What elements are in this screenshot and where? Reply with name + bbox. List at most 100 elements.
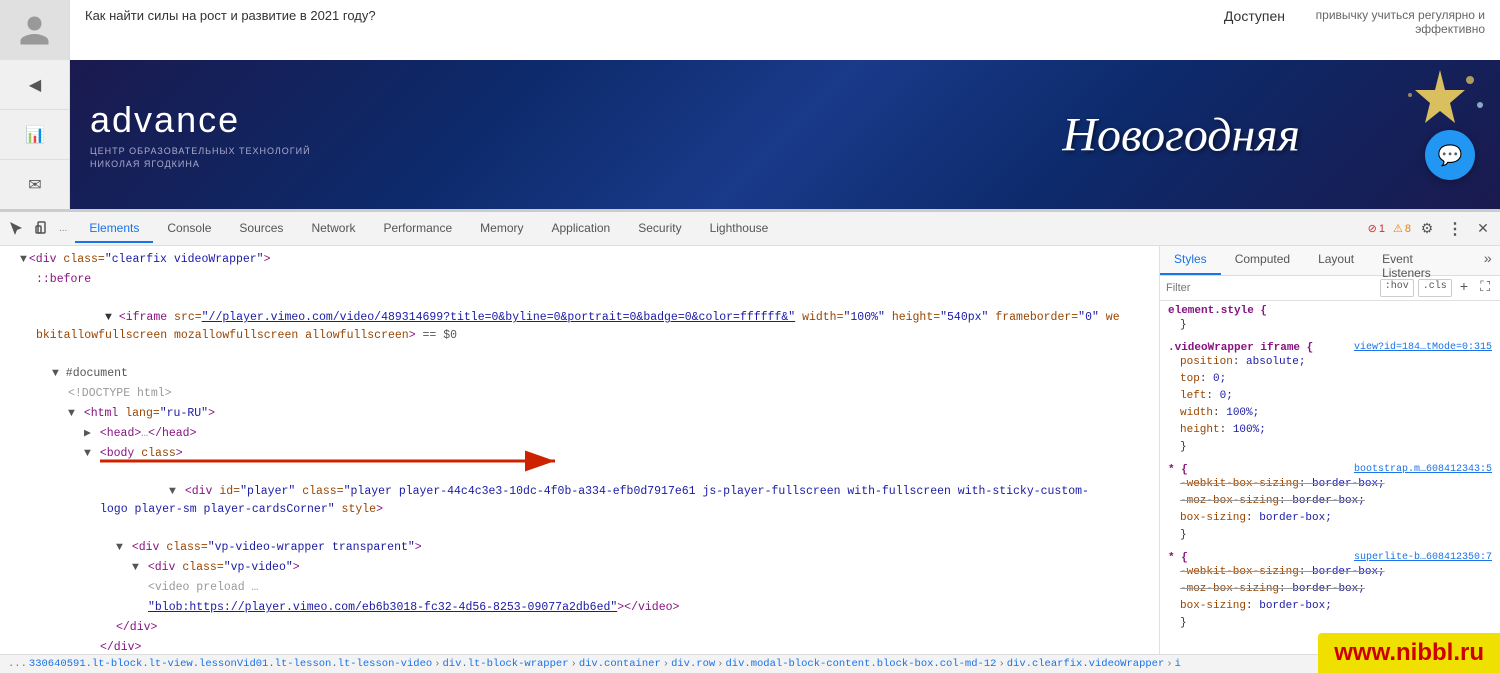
- tab-lighthouse[interactable]: Lighthouse: [696, 215, 783, 243]
- tab-security[interactable]: Security: [624, 215, 695, 243]
- banner-subtitle: ЦЕНТР ОБРАЗОВАТЕЛЬНЫХ ТЕХНОЛОГИЙНИКОЛАЯ …: [90, 145, 311, 170]
- watermark: www.nibbl.ru: [1318, 633, 1500, 673]
- inspect-icon[interactable]: [5, 217, 29, 241]
- css-prop-webkit-superlite: -webkit-box-sizing: border-box;: [1168, 564, 1492, 581]
- dom-line[interactable]: ▼<div class="clearfix videoWrapper">: [0, 250, 1159, 270]
- post-title: Как найти силы на рост и развитие в 2021…: [70, 0, 1209, 60]
- banner-area: advance ЦЕНТР ОБРАЗОВАТЕЛЬНЫХ ТЕХНОЛОГИЙ…: [70, 60, 1500, 210]
- tab-console[interactable]: Console: [153, 215, 225, 243]
- css-prop-moz-bootstrap: -moz-box-sizing: border-box;: [1168, 493, 1492, 510]
- avatar-icon: [17, 13, 52, 48]
- css-close-videowrapper: }: [1168, 439, 1492, 456]
- dom-line-document[interactable]: ▼ #document: [0, 364, 1159, 384]
- chat-bubble-button[interactable]: 💬: [1425, 130, 1475, 180]
- tab-computed[interactable]: Computed: [1221, 246, 1304, 275]
- close-icon[interactable]: ✕: [1471, 217, 1495, 241]
- filter-input[interactable]: [1166, 282, 1376, 294]
- devtools-body: ▼<div class="clearfix videoWrapper"> ::b…: [0, 246, 1500, 654]
- breadcrumb-item-6[interactable]: div.clearfix.videoWrapper: [1007, 658, 1165, 670]
- expand-styles-button[interactable]: ⛶: [1476, 279, 1494, 297]
- dom-line-player-div[interactable]: ▼ <div id="player" class="player player-…: [0, 464, 1100, 538]
- user-avatar: [0, 0, 70, 60]
- warn-badge: ⚠ 8: [1393, 222, 1411, 235]
- breadcrumb-item-4[interactable]: div.row: [671, 658, 715, 670]
- tab-elements[interactable]: Elements: [75, 215, 153, 243]
- breadcrumb-item-5[interactable]: div.modal-block-content.block-box.col-md…: [725, 658, 996, 670]
- css-selector-videowrapper: .videoWrapper iframe { view?id=184…tMode…: [1168, 342, 1492, 354]
- tab-network[interactable]: Network: [297, 215, 369, 243]
- post-status: Доступен: [1209, 0, 1300, 60]
- tab-event-listeners[interactable]: Event Listeners: [1368, 246, 1476, 275]
- error-badge: ⊘ 1: [1364, 220, 1389, 237]
- add-style-button[interactable]: +: [1456, 279, 1472, 297]
- css-prop-box-sizing-bootstrap: box-sizing: border-box;: [1168, 510, 1492, 527]
- dom-line-doctype[interactable]: <!DOCTYPE html>: [0, 384, 1159, 404]
- css-prop-box-sizing-superlite: box-sizing: border-box;: [1168, 598, 1492, 615]
- filter-options: :hov .cls + ⛶: [1380, 279, 1494, 297]
- dom-line-head[interactable]: ▶ <head>…</head>: [0, 424, 1159, 444]
- dom-panel-wrapper: ▼<div class="clearfix videoWrapper"> ::b…: [0, 246, 1160, 654]
- css-selector-bootstrap: * { bootstrap.m…608412343:5: [1168, 464, 1492, 476]
- filter-hov[interactable]: :hov: [1380, 279, 1414, 297]
- styles-content: element.style { } .videoWrapper iframe {…: [1160, 301, 1500, 654]
- breadcrumb-item-1[interactable]: 330640591.lt-block.lt-view.lessonVid01.l…: [29, 658, 432, 670]
- tab-performance[interactable]: Performance: [369, 215, 466, 243]
- css-rule-bootstrap: * { bootstrap.m…608412343:5 -webkit-box-…: [1168, 464, 1492, 544]
- css-prop-left: left: 0;: [1168, 388, 1492, 405]
- css-prop-webkit-bootstrap: -webkit-box-sizing: border-box;: [1168, 476, 1492, 493]
- site-content: Как найти силы на рост и развитие в 2021…: [0, 0, 1500, 60]
- styles-tab-more[interactable]: »: [1476, 246, 1500, 275]
- dom-line-blob[interactable]: "blob:https://player.vimeo.com/eb6b3018-…: [0, 598, 1159, 618]
- sidebar-icon-1[interactable]: ◀: [0, 60, 70, 110]
- css-source-bootstrap[interactable]: bootstrap.m…608412343:5: [1354, 464, 1492, 475]
- breadcrumb-item-3[interactable]: div.container: [579, 658, 661, 670]
- tab-application[interactable]: Application: [538, 215, 625, 243]
- css-prop-top: top: 0;: [1168, 371, 1492, 388]
- dom-line-iframe[interactable]: ▼ <iframe src="//player.vimeo.com/video/…: [0, 290, 1130, 364]
- breadcrumb-bar: ... 330640591.lt-block.lt-view.lessonVid…: [0, 654, 1500, 673]
- css-rule-videowrapper: .videoWrapper iframe { view?id=184…tMode…: [1168, 342, 1492, 456]
- dom-panel[interactable]: ▼<div class="clearfix videoWrapper"> ::b…: [0, 246, 1160, 654]
- filter-bar: :hov .cls + ⛶: [1160, 276, 1500, 301]
- banner-logo: advance ЦЕНТР ОБРАЗОВАТЕЛЬНЫХ ТЕХНОЛОГИЙ…: [70, 79, 331, 190]
- website-area: Как найти силы на рост и развитие в 2021…: [0, 0, 1500, 210]
- css-close-bootstrap: }: [1168, 527, 1492, 544]
- devtools-toolbar: ... Elements Console Sources Network Per…: [0, 212, 1500, 246]
- tab-memory[interactable]: Memory: [466, 215, 537, 243]
- css-source-videowrapper[interactable]: view?id=184…tMode=0:315: [1354, 342, 1492, 353]
- css-prop-moz-superlite: -moz-box-sizing: border-box;: [1168, 581, 1492, 598]
- css-selector-element-style: element.style {: [1168, 305, 1492, 317]
- advance-text: advance: [90, 99, 311, 141]
- css-source-superlite[interactable]: superlite-b…608412350:7: [1354, 552, 1492, 563]
- dom-line-html[interactable]: ▼ <html lang="ru-RU">: [0, 404, 1159, 424]
- dom-line-body[interactable]: ▼ <body class>: [0, 444, 1159, 464]
- tab-styles[interactable]: Styles: [1160, 246, 1221, 275]
- breadcrumb-item-2[interactable]: div.lt-block-wrapper: [442, 658, 568, 670]
- dom-line-before[interactable]: ::before: [0, 270, 1159, 290]
- css-close-superlite: }: [1168, 615, 1492, 632]
- filter-cls[interactable]: .cls: [1418, 279, 1452, 297]
- sidebar-icon-2[interactable]: 📊: [0, 110, 70, 160]
- sidebar-icon-3[interactable]: ✉: [0, 160, 70, 210]
- more-icon[interactable]: ⋮: [1443, 217, 1467, 241]
- css-prop-width: width: 100%;: [1168, 405, 1492, 422]
- dom-line-close2[interactable]: </div>: [0, 638, 1159, 654]
- tab-layout[interactable]: Layout: [1304, 246, 1368, 275]
- breadcrumb-ellipsis: ...: [8, 658, 27, 670]
- css-rule-superlite: * { superlite-b…608412350:7 -webkit-box-…: [1168, 552, 1492, 632]
- dom-line-close1[interactable]: </div>: [0, 618, 1159, 638]
- dom-line-vp-video-wrapper[interactable]: ▼ <div class="vp-video-wrapper transpare…: [0, 538, 1159, 558]
- devtools-tabs: Elements Console Sources Network Perform…: [75, 215, 782, 243]
- banner-title: Новогодняя: [1062, 108, 1300, 163]
- post-description: привычку учиться регулярно и эффективно: [1300, 0, 1500, 60]
- device-icon[interactable]: [31, 217, 55, 241]
- dom-line-video-preload[interactable]: <video preload …: [0, 578, 1159, 598]
- tab-sources[interactable]: Sources: [225, 215, 297, 243]
- css-selector-superlite: * { superlite-b…608412350:7: [1168, 552, 1492, 564]
- css-rule-element-style: element.style { }: [1168, 305, 1492, 334]
- settings-icon[interactable]: ⚙: [1415, 217, 1439, 241]
- breadcrumb-item-7[interactable]: i: [1175, 658, 1181, 670]
- styles-tabs: Styles Computed Layout Event Listeners »: [1160, 246, 1500, 276]
- dom-line-vp-video[interactable]: ▼ <div class="vp-video">: [0, 558, 1159, 578]
- css-prop-height: height: 100%;: [1168, 422, 1492, 439]
